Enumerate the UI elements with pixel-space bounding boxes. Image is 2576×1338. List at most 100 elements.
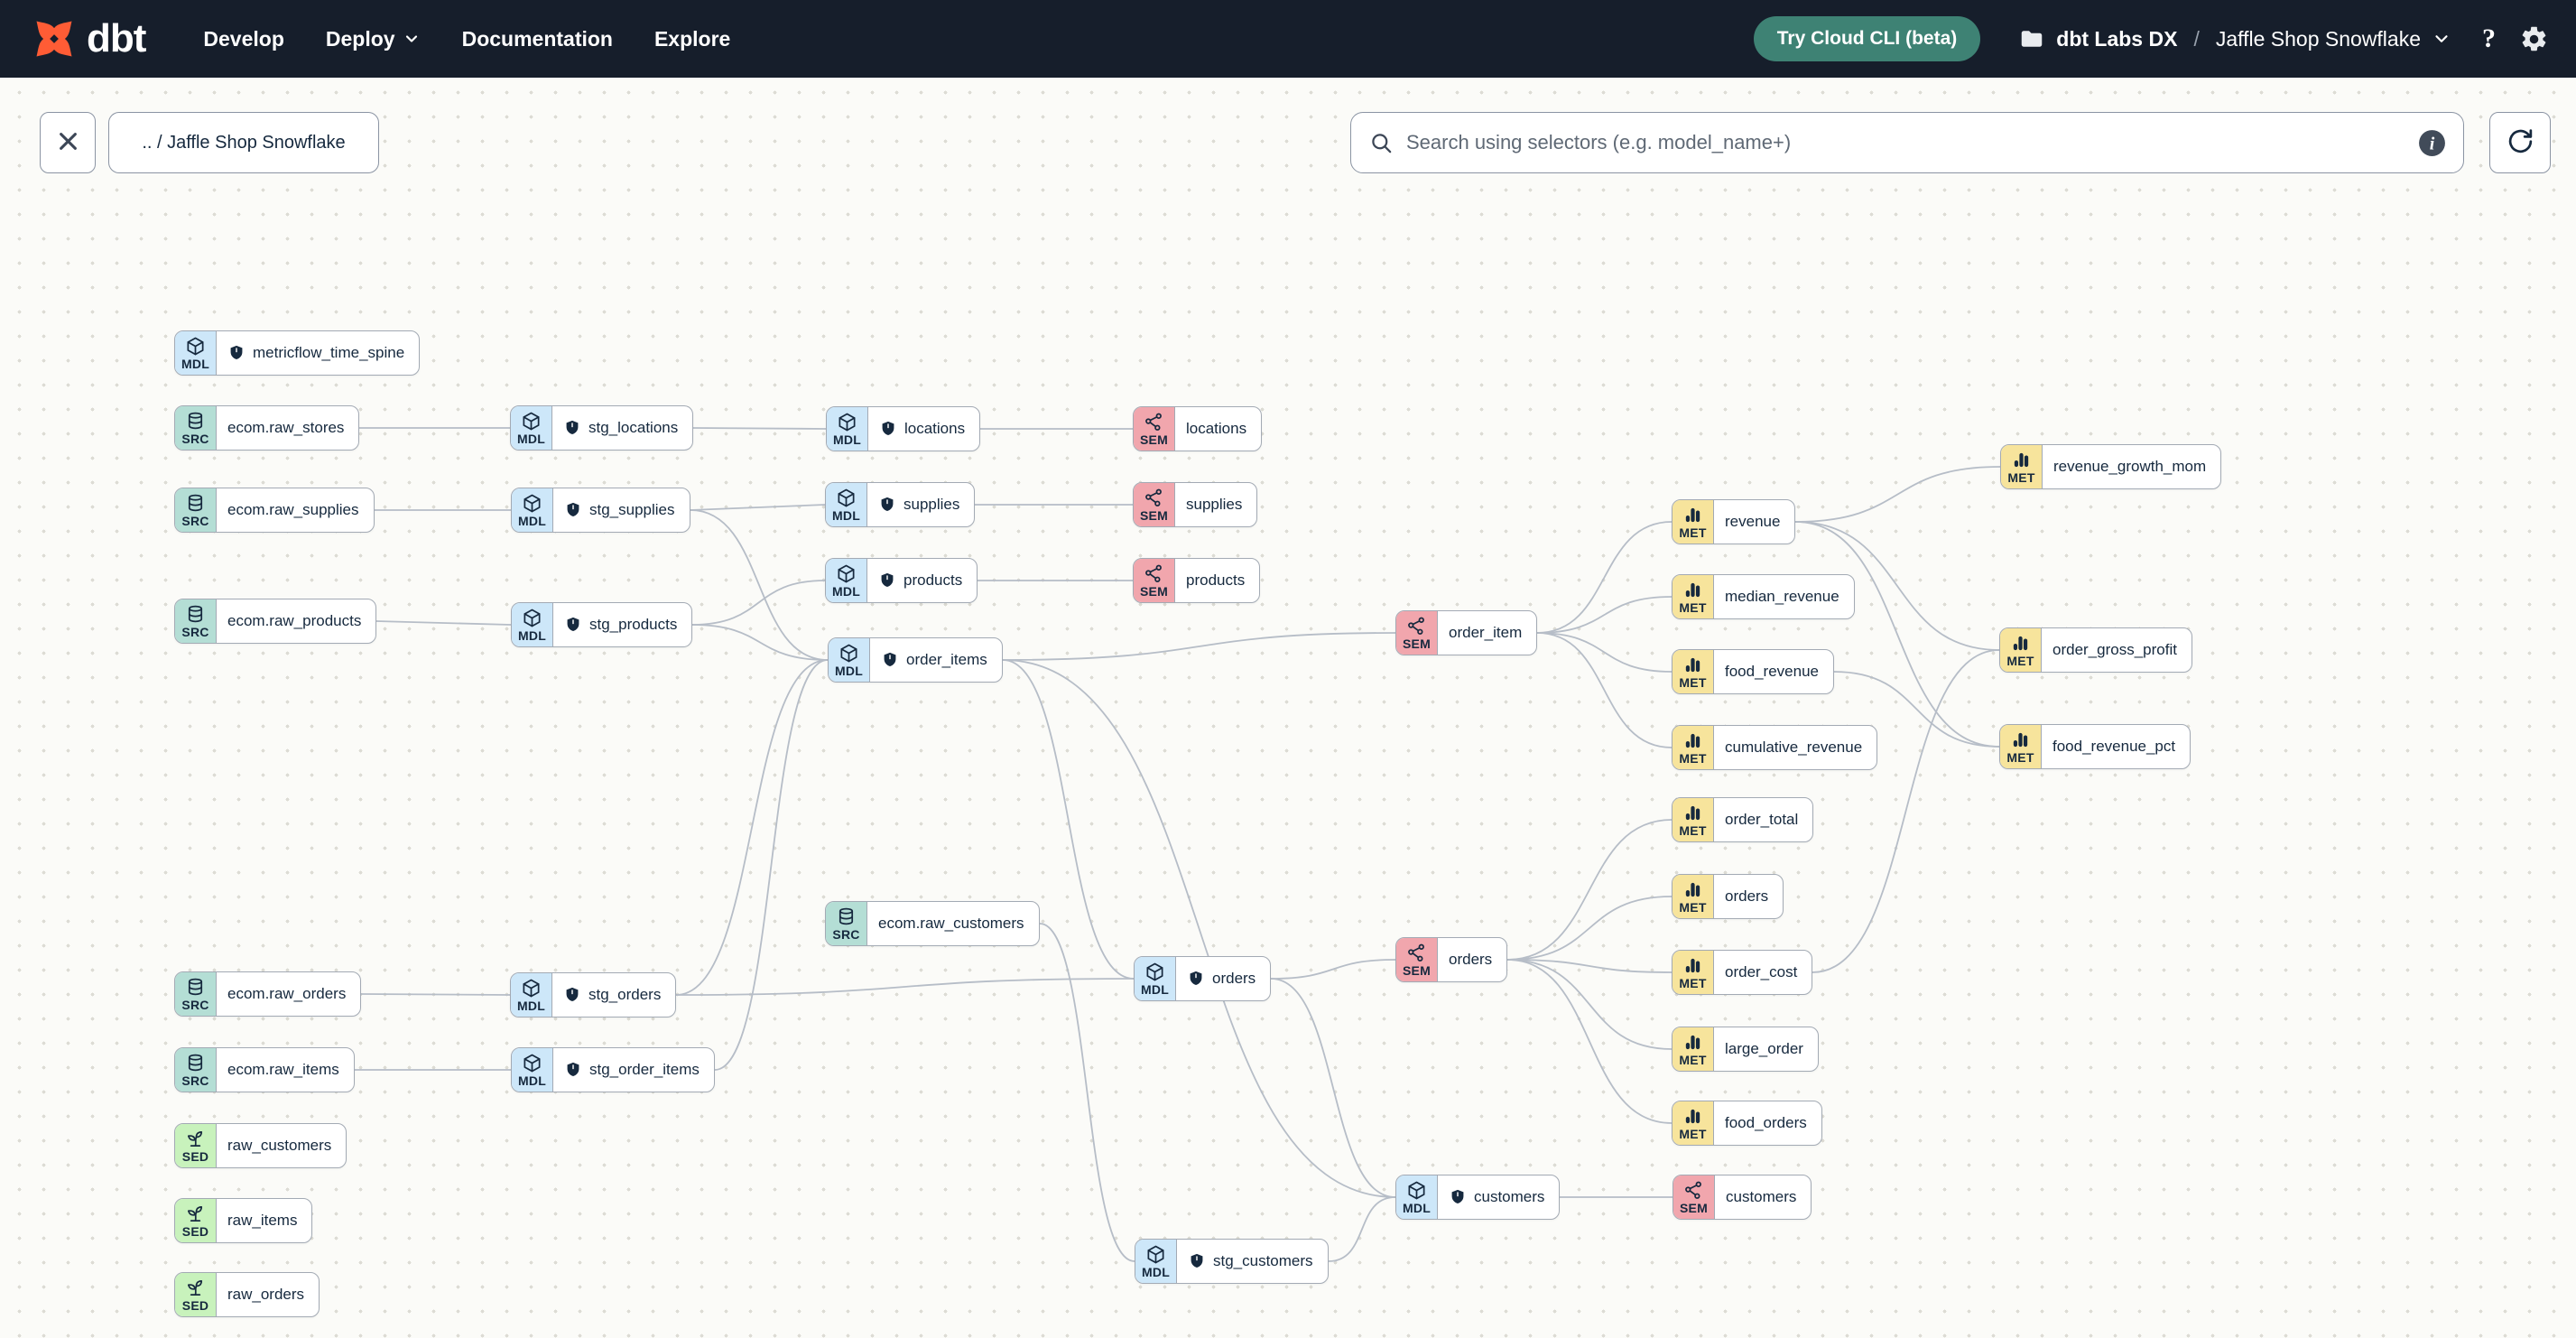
node-type-badge: SRC bbox=[175, 406, 217, 450]
graph-node-food_revenue_pct_met[interactable]: MET food_revenue_pct bbox=[1999, 724, 2191, 769]
shield-icon bbox=[1449, 1188, 1467, 1206]
graph-node-ecom_raw_orders[interactable]: SRC ecom.raw_orders bbox=[174, 971, 362, 1017]
metric-bars-icon bbox=[1682, 655, 1703, 675]
help-button[interactable]: ? bbox=[2482, 23, 2496, 54]
refresh-button[interactable] bbox=[2489, 112, 2551, 173]
node-type-label: MDL bbox=[833, 432, 861, 447]
breadcrumb-label: .. / Jaffle Shop Snowflake bbox=[142, 132, 346, 153]
graph-node-food_orders_met[interactable]: MET food_orders bbox=[1672, 1101, 1822, 1146]
shield-icon bbox=[879, 420, 897, 438]
metric-bars-icon bbox=[1682, 730, 1703, 751]
metric-bars-icon bbox=[2010, 729, 2031, 750]
shield-icon bbox=[881, 651, 899, 669]
settings-gear-icon[interactable] bbox=[2519, 24, 2549, 54]
graph-node-raw_orders_seed[interactable]: SED raw_orders bbox=[174, 1272, 320, 1317]
menu-item-deploy[interactable]: Deploy bbox=[326, 27, 421, 51]
breadcrumb[interactable]: .. / Jaffle Shop Snowflake bbox=[108, 112, 379, 173]
graph-node-raw_customers_seed[interactable]: SED raw_customers bbox=[174, 1123, 347, 1168]
graph-node-revenue_met[interactable]: MET revenue bbox=[1672, 499, 1796, 544]
node-type-label: SED bbox=[181, 1223, 209, 1239]
try-cloud-cli-button[interactable]: Try Cloud CLI (beta) bbox=[1753, 16, 1981, 61]
graph-node-ecom_raw_products[interactable]: SRC ecom.raw_products bbox=[174, 599, 377, 644]
model-cube-icon bbox=[1406, 1180, 1427, 1201]
metric-bars-icon bbox=[2011, 450, 2032, 470]
node-label: cumulative_revenue bbox=[1725, 739, 1863, 756]
menu-item-develop[interactable]: Develop bbox=[203, 27, 283, 51]
chevron-down-icon[interactable] bbox=[2432, 29, 2451, 49]
search-input[interactable] bbox=[1406, 131, 2417, 154]
source-database-icon bbox=[836, 906, 857, 927]
dbt-logo-icon[interactable] bbox=[31, 15, 78, 62]
graph-node-cumulative_revenue_met[interactable]: MET cumulative_revenue bbox=[1672, 725, 1878, 770]
graph-node-median_revenue_met[interactable]: MET median_revenue bbox=[1672, 574, 1855, 619]
graph-node-supplies_mdl[interactable]: MDL supplies bbox=[825, 482, 976, 527]
info-icon[interactable]: i bbox=[2417, 128, 2447, 158]
node-label: ecom.raw_orders bbox=[227, 985, 347, 1002]
lineage-canvas[interactable]: MDL metricflow_time_spine SRC ecom.raw_stor… bbox=[0, 0, 2576, 1338]
project-selector[interactable]: Jaffle Shop Snowflake bbox=[2216, 27, 2421, 51]
semantic-share-icon bbox=[1406, 943, 1427, 963]
graph-node-locations_sem[interactable]: SEM locations bbox=[1133, 406, 1263, 451]
node-label: orders bbox=[1449, 951, 1493, 968]
node-type-badge: SEM bbox=[1396, 611, 1438, 655]
graph-node-customers_sem[interactable]: SEM customers bbox=[1673, 1175, 1812, 1220]
close-lineage-button[interactable] bbox=[40, 112, 96, 173]
node-type-label: MDL bbox=[181, 356, 209, 371]
model-cube-icon bbox=[521, 411, 542, 432]
node-type-badge: MDL bbox=[826, 483, 867, 526]
graph-node-order_total_met[interactable]: MET order_total bbox=[1672, 797, 1814, 842]
node-type-label: MDL bbox=[517, 998, 545, 1013]
graph-node-ecom_raw_stores[interactable]: SRC ecom.raw_stores bbox=[174, 405, 360, 451]
node-label: customers bbox=[1474, 1188, 1545, 1205]
svg-text:i: i bbox=[2430, 134, 2435, 153]
node-type-label: MET bbox=[1679, 822, 1707, 838]
graph-node-locations_mdl[interactable]: MDL locations bbox=[826, 406, 981, 451]
source-database-icon bbox=[185, 411, 206, 432]
menu-item-documentation[interactable]: Documentation bbox=[462, 27, 613, 51]
graph-node-stg_orders[interactable]: MDL stg_orders bbox=[510, 972, 677, 1017]
graph-node-order_gross_profit_met[interactable]: MET order_gross_profit bbox=[1999, 627, 2192, 673]
node-type-badge: SEM bbox=[1134, 407, 1175, 451]
account-name[interactable]: dbt Labs DX bbox=[2056, 27, 2177, 51]
graph-node-food_revenue_met[interactable]: MET food_revenue bbox=[1672, 649, 1834, 694]
shield-icon bbox=[564, 616, 582, 634]
graph-node-ecom_raw_supplies[interactable]: SRC ecom.raw_supplies bbox=[174, 488, 375, 533]
graph-node-ecom_raw_customers[interactable]: SRC ecom.raw_customers bbox=[825, 901, 1040, 946]
graph-node-order_item_sem[interactable]: SEM order_item bbox=[1395, 610, 1538, 655]
node-label: supplies bbox=[903, 496, 960, 513]
selector-search[interactable]: i bbox=[1350, 112, 2464, 173]
node-type-badge: SRC bbox=[175, 488, 217, 532]
graph-node-supplies_sem[interactable]: SEM supplies bbox=[1133, 482, 1258, 527]
graph-node-stg_order_items[interactable]: MDL stg_order_items bbox=[511, 1047, 715, 1092]
graph-node-stg_products[interactable]: MDL stg_products bbox=[511, 602, 693, 647]
graph-node-products_sem[interactable]: SEM products bbox=[1133, 558, 1261, 603]
node-type-label: SED bbox=[181, 1148, 209, 1164]
graph-node-order_items_mdl[interactable]: MDL order_items bbox=[828, 637, 1003, 683]
graph-node-products_mdl[interactable]: MDL products bbox=[825, 558, 978, 603]
graph-node-stg_customers[interactable]: MDL stg_customers bbox=[1135, 1239, 1329, 1284]
node-type-badge: SED bbox=[175, 1124, 217, 1167]
node-type-badge: MET bbox=[1673, 951, 1714, 994]
shield-icon bbox=[564, 1061, 582, 1079]
node-label: ecom.raw_products bbox=[227, 612, 362, 629]
graph-node-orders_met[interactable]: MET orders bbox=[1672, 874, 1784, 919]
graph-node-revenue_growth_mom_met[interactable]: MET revenue_growth_mom bbox=[2000, 444, 2222, 489]
graph-node-orders_sem[interactable]: SEM orders bbox=[1395, 937, 1508, 982]
graph-node-orders_mdl[interactable]: MDL orders bbox=[1134, 956, 1272, 1001]
node-type-label: SRC bbox=[181, 624, 209, 639]
menu-item-explore[interactable]: Explore bbox=[654, 27, 730, 51]
top-navbar: dbt Develop Deploy Documentation Explore… bbox=[0, 0, 2576, 78]
graph-node-large_order_met[interactable]: MET large_order bbox=[1672, 1027, 1819, 1072]
graph-node-metricflow_time_spine[interactable]: MDL metricflow_time_spine bbox=[174, 330, 421, 376]
graph-node-stg_locations[interactable]: MDL stg_locations bbox=[510, 405, 694, 451]
shield-icon bbox=[563, 986, 581, 1004]
node-label: large_order bbox=[1725, 1040, 1803, 1057]
graph-node-ecom_raw_items[interactable]: SRC ecom.raw_items bbox=[174, 1047, 355, 1092]
graph-node-stg_supplies[interactable]: MDL stg_supplies bbox=[511, 488, 690, 533]
graph-node-customers_mdl[interactable]: MDL customers bbox=[1395, 1175, 1561, 1220]
node-type-badge: MET bbox=[1673, 1027, 1714, 1071]
graph-node-raw_items_seed[interactable]: SED raw_items bbox=[174, 1198, 313, 1243]
node-type-badge: MDL bbox=[512, 603, 553, 646]
refresh-icon bbox=[2507, 127, 2534, 158]
graph-node-order_cost_met[interactable]: MET order_cost bbox=[1672, 950, 1813, 995]
